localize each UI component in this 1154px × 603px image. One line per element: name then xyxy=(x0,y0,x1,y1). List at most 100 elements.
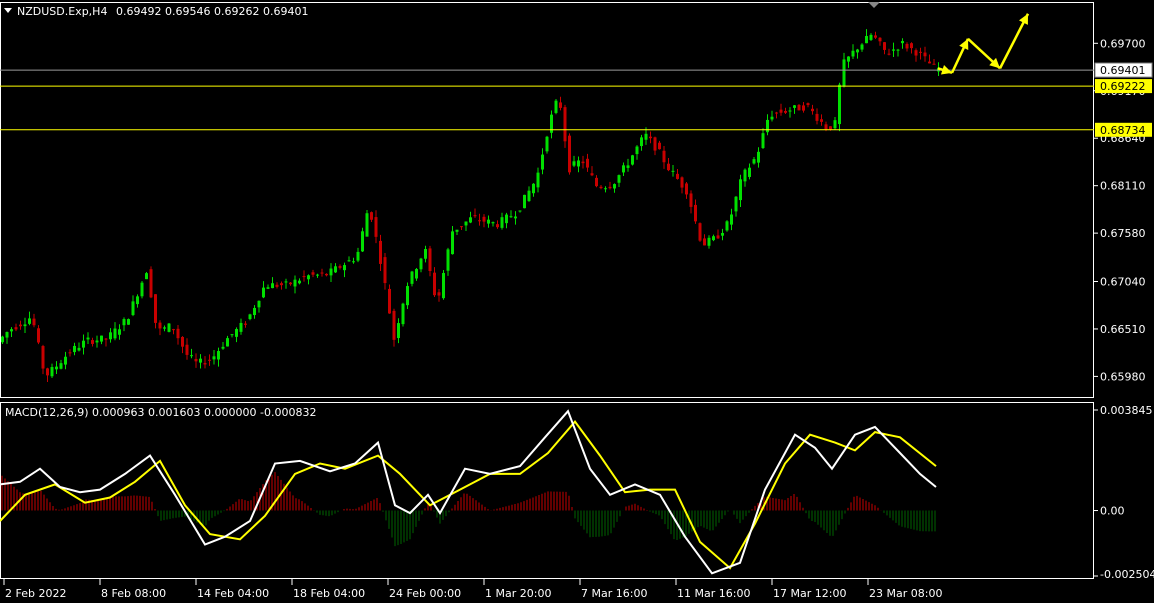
candle-body xyxy=(307,275,310,280)
candle-body xyxy=(73,345,76,353)
candle-body xyxy=(707,237,711,246)
macd-tick-label: -0.002504 xyxy=(1100,568,1154,581)
candle-body xyxy=(82,340,85,348)
candle-body xyxy=(635,146,639,155)
level-price-label: 0.68734 xyxy=(1100,124,1146,137)
candle-body xyxy=(905,43,909,49)
time-tick-label: 8 Feb 08:00 xyxy=(101,587,166,600)
candle-body xyxy=(293,279,297,287)
candle-body xyxy=(694,204,697,222)
candle-body xyxy=(491,222,495,224)
candle-body xyxy=(131,301,135,316)
candle-body xyxy=(298,280,301,284)
candle-body xyxy=(149,269,153,298)
time-tick-label: 18 Feb 04:00 xyxy=(293,587,365,600)
candle-body xyxy=(356,251,360,261)
candle-body xyxy=(415,269,418,279)
candle-body xyxy=(316,274,319,276)
candle-body xyxy=(770,116,774,120)
candle-body xyxy=(932,63,936,65)
candle-body xyxy=(779,109,783,113)
candle-body xyxy=(788,110,792,112)
candle-body xyxy=(599,186,603,189)
candle-body xyxy=(824,124,828,130)
candle-body xyxy=(883,42,886,50)
candle-body xyxy=(500,217,504,228)
candle-body xyxy=(806,103,810,106)
candle-body xyxy=(527,190,531,202)
candle-body xyxy=(923,52,927,57)
candle-body xyxy=(640,137,643,147)
candle-body xyxy=(496,224,499,228)
current-price-label: 0.69401 xyxy=(1100,64,1146,77)
candle-body xyxy=(532,183,535,194)
candle-body xyxy=(428,248,432,271)
candle-body xyxy=(257,300,261,308)
candle-body xyxy=(140,282,144,297)
candle-body xyxy=(554,100,558,113)
candle-body xyxy=(158,322,162,329)
candle-body xyxy=(10,329,13,332)
candle-body xyxy=(194,358,198,362)
candle-body xyxy=(46,368,49,376)
candle-body xyxy=(284,281,288,283)
candle-body xyxy=(199,358,202,363)
candle-body xyxy=(730,214,733,225)
candle-body xyxy=(433,272,436,296)
candle-body xyxy=(712,236,715,241)
candle-body xyxy=(680,177,684,188)
candle-body xyxy=(5,332,9,338)
candle-body xyxy=(815,113,819,121)
candle-body xyxy=(113,328,117,339)
candle-body xyxy=(248,314,252,320)
candle-body xyxy=(671,170,675,172)
candle-body xyxy=(235,329,238,337)
candle-body xyxy=(869,34,873,40)
candle-body xyxy=(59,363,63,369)
candle-body xyxy=(262,287,265,298)
candle-body xyxy=(23,324,27,327)
candle-body xyxy=(563,107,567,142)
macd-tick-label: 0.003845 xyxy=(1100,404,1153,417)
candle-body xyxy=(163,327,166,329)
candle-body xyxy=(419,258,423,270)
trading-chart[interactable]: 0.697000.691700.686400.681100.675800.670… xyxy=(0,0,1154,603)
candle-body xyxy=(68,352,72,354)
candle-body xyxy=(275,284,279,287)
candle-body xyxy=(32,318,36,326)
candle-body xyxy=(662,150,666,163)
candle-body xyxy=(347,260,351,262)
candle-body xyxy=(842,59,846,87)
candle-body xyxy=(181,336,184,347)
candle-body xyxy=(473,215,477,217)
candle-body xyxy=(766,119,769,133)
candle-body xyxy=(559,102,562,108)
candle-body xyxy=(122,319,126,326)
candle-body xyxy=(748,167,751,177)
candle-body xyxy=(446,249,450,271)
candle-body xyxy=(325,273,328,276)
candle-body xyxy=(865,36,868,44)
candle-body xyxy=(581,161,585,164)
ohlc-values: 0.69492 0.69546 0.69262 0.69401 xyxy=(116,5,308,18)
candle-body xyxy=(604,188,607,190)
candle-body xyxy=(388,288,391,314)
candle-body xyxy=(838,84,841,125)
candle-body xyxy=(698,223,702,241)
candle-body xyxy=(104,338,108,340)
candle-body xyxy=(703,238,706,246)
candle-body xyxy=(775,112,778,114)
candle-body xyxy=(226,338,229,347)
candle-body xyxy=(28,318,31,324)
candle-body xyxy=(302,276,306,278)
candle-body xyxy=(518,210,522,212)
candle-body xyxy=(86,337,90,340)
candle-body xyxy=(577,160,580,167)
time-tick-label: 14 Feb 04:00 xyxy=(197,587,269,600)
candle-body xyxy=(190,355,193,357)
candle-body xyxy=(176,328,180,339)
price-tick-label: 0.67040 xyxy=(1100,275,1146,288)
candle-body xyxy=(167,323,171,332)
candle-body xyxy=(509,216,513,218)
candle-body xyxy=(266,287,270,289)
